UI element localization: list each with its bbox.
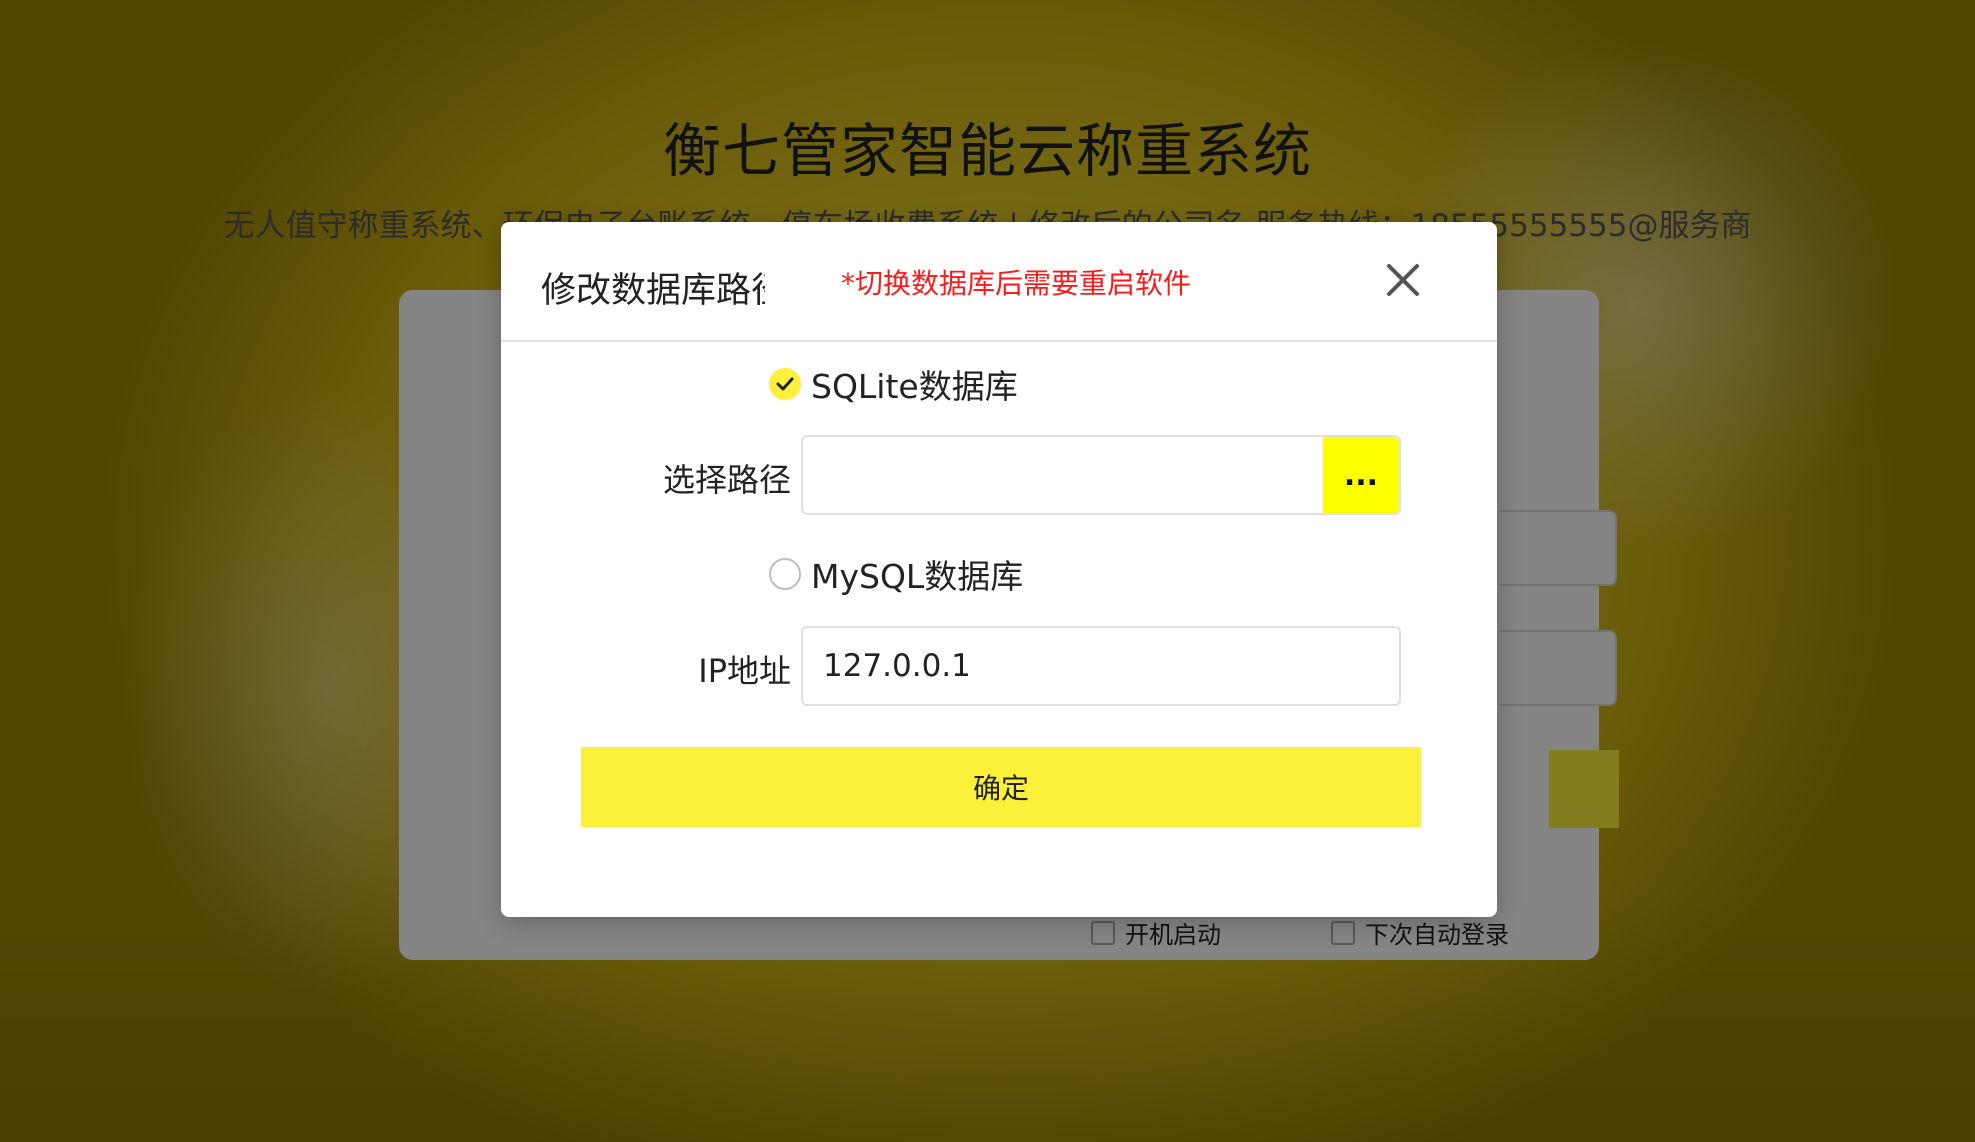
mysql-option[interactable]: MySQL数据库 [769,550,1023,598]
restart-warning: *切换数据库后需要重启软件 [841,267,1192,300]
database-path-dialog: 修改数据库路径 *切换数据库后需要重启软件 SQLite数据库 选择路径 ... [501,222,1497,917]
mysql-radio[interactable] [769,558,801,590]
path-input[interactable] [803,437,1323,513]
checkmark-icon [776,377,794,391]
ip-field [801,626,1401,706]
ip-input[interactable] [803,628,1399,704]
sqlite-label: SQLite数据库 [811,367,1018,406]
browse-button[interactable]: ... [1323,437,1399,513]
path-label: 选择路径 [662,461,791,499]
confirm-button[interactable]: 确定 [581,747,1421,827]
mysql-label: MySQL数据库 [811,557,1024,596]
close-icon[interactable] [1385,262,1421,298]
dialog-header: 修改数据库路径 *切换数据库后需要重启软件 [501,222,1497,342]
path-field: ... [801,435,1401,515]
dialog-title: 修改数据库路径 [541,271,765,311]
ip-label: IP地址 [698,652,791,690]
screen: 衡七管家智能云称重系统 无人值守称重系统、环保电子台账系统、停车场收费系统 | … [0,0,1975,1142]
sqlite-radio[interactable] [769,368,801,400]
sqlite-option[interactable]: SQLite数据库 [769,360,1018,408]
